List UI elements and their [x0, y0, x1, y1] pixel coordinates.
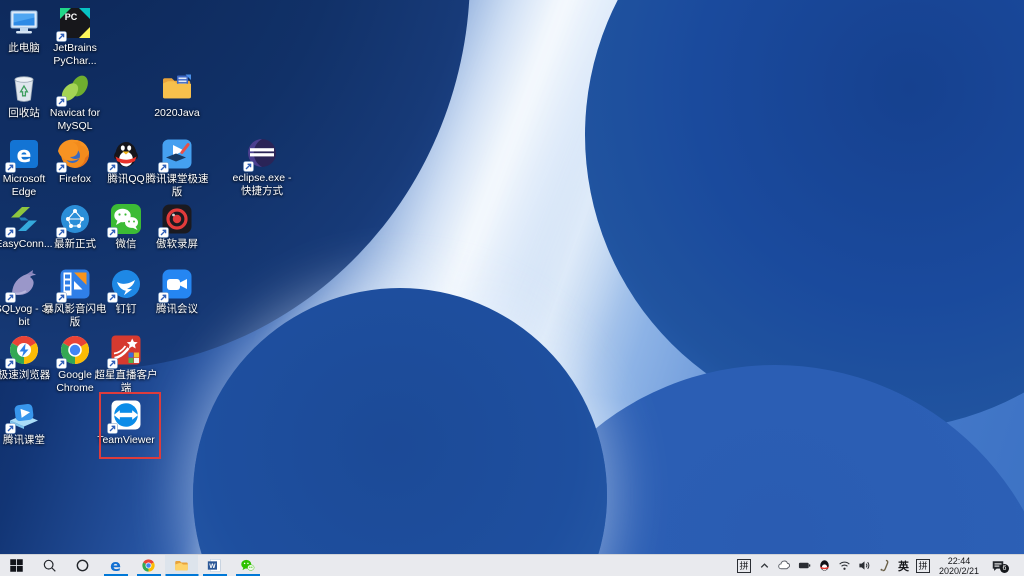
- desktop-icon-chaoxing-live-client[interactable]: 超星直播客户端: [94, 333, 158, 394]
- taskbar-clock[interactable]: 22:44 2020/2/21: [937, 556, 981, 576]
- desktop-icon-label: Navicat for MySQL: [43, 107, 107, 132]
- notification-count-badge: 6: [1000, 564, 1009, 573]
- shortcut-arrow-icon: [56, 162, 67, 173]
- desktop-icon-label: 傲软录屏: [145, 238, 209, 251]
- shortcut-arrow-icon: [5, 227, 16, 238]
- tray-ime-pinyin-left[interactable]: 拼: [737, 559, 751, 573]
- shortcut-arrow-icon: [5, 162, 16, 173]
- taskbar-app-word[interactable]: W: [198, 555, 231, 576]
- shortcut-arrow-icon: [5, 292, 16, 303]
- easyconnect-icon: [7, 202, 41, 236]
- latest-official-icon: [58, 202, 92, 236]
- teamviewer-highlight-box: [99, 392, 161, 459]
- tencent-qq-icon: [109, 137, 143, 171]
- desktop-icon-label: 腾讯会议: [145, 303, 209, 316]
- tray-input-tool[interactable]: [878, 559, 891, 572]
- desktop-icon-grid: 此电脑PCJetBrains PyChar...回收站Navicat for M…: [0, 0, 1024, 576]
- shortcut-arrow-icon: [56, 358, 67, 369]
- desktop-icon-apowerrec[interactable]: 傲软录屏: [145, 202, 209, 251]
- desktop-icon-tencent-classroom[interactable]: 腾讯课堂: [0, 398, 56, 447]
- shortcut-arrow-icon: [158, 162, 169, 173]
- shortcut-arrow-icon: [107, 162, 118, 173]
- taskbar-app-file-explorer[interactable]: [165, 555, 198, 576]
- tray-ime-pinyin-right[interactable]: 拼: [916, 559, 930, 573]
- shortcut-arrow-icon: [158, 227, 169, 238]
- tray-network[interactable]: [838, 559, 851, 572]
- tray-language-indicator[interactable]: 英: [898, 558, 909, 574]
- apowerrec-icon: [160, 202, 194, 236]
- this-pc-icon: [7, 6, 41, 40]
- action-center-button[interactable]: 6: [988, 559, 1008, 573]
- shortcut-arrow-icon: [243, 161, 254, 172]
- shortcut-arrow-icon: [5, 423, 16, 434]
- shortcut-arrow-icon: [56, 292, 67, 303]
- speed-browser-icon: [7, 333, 41, 367]
- shortcut-arrow-icon: [56, 96, 67, 107]
- shortcut-arrow-icon: [5, 358, 16, 369]
- eclipse-shortcut-icon: [245, 136, 279, 170]
- taskbar: eW 拼英拼 22:44 2020/2/21 6: [0, 554, 1024, 576]
- tray-volume[interactable]: [858, 559, 871, 572]
- desktop-icon-jetbrains-pycharm[interactable]: PC JetBrains PyChar...: [43, 6, 107, 67]
- tray-qq-tray[interactable]: [818, 559, 831, 572]
- shortcut-arrow-icon: [107, 292, 118, 303]
- desktop-icon-tencent-classroom-speed[interactable]: 腾讯课堂极速版: [145, 137, 209, 198]
- clock-time: 22:44: [939, 556, 979, 566]
- desktop-icon-label: eclipse.exe - 快捷方式: [230, 172, 294, 197]
- desktop-icon-2020java-folder[interactable]: 2020Java: [145, 71, 209, 120]
- shortcut-arrow-icon: [107, 358, 118, 369]
- system-tray: 拼英拼 22:44 2020/2/21 6: [733, 555, 1024, 576]
- windows-desktop: 此电脑PCJetBrains PyChar...回收站Navicat for M…: [0, 0, 1024, 576]
- start-button[interactable]: [0, 555, 33, 576]
- taskbar-app-chrome[interactable]: [132, 555, 165, 576]
- google-chrome-icon: [58, 333, 92, 367]
- wechat-icon: [109, 202, 143, 236]
- sqlyog-icon: [7, 267, 41, 301]
- search-button[interactable]: [33, 555, 66, 576]
- desktop-icon-label: 2020Java: [145, 107, 209, 120]
- desktop-icon-label: 腾讯课堂极速版: [145, 173, 209, 198]
- svg-text:e: e: [17, 143, 32, 168]
- tray-onedrive[interactable]: [778, 559, 791, 572]
- shortcut-arrow-icon: [56, 227, 67, 238]
- microsoft-edge-icon: e: [7, 137, 41, 171]
- dingtalk-icon: [109, 267, 143, 301]
- tencent-classroom-icon: [7, 398, 41, 432]
- clock-date: 2020/2/21: [939, 566, 979, 576]
- firefox-icon: [58, 137, 92, 171]
- shortcut-arrow-icon: [158, 292, 169, 303]
- recycle-bin-icon: [7, 71, 41, 105]
- navicat-for-mysql-icon: [58, 71, 92, 105]
- taskbar-app-wechat[interactable]: [231, 555, 264, 576]
- tencent-meeting-icon: [160, 267, 194, 301]
- taskbar-app-edge[interactable]: e: [99, 555, 132, 576]
- desktop-icon-tencent-meeting[interactable]: 腾讯会议: [145, 267, 209, 316]
- 2020java-folder-icon: [160, 71, 194, 105]
- baofeng-player-icon: [58, 267, 92, 301]
- tray-hidden-icons-chevron[interactable]: [758, 559, 771, 572]
- taskbar-empty-area: [264, 555, 733, 576]
- tray-battery[interactable]: [798, 559, 811, 572]
- desktop-icon-navicat-for-mysql[interactable]: Navicat for MySQL: [43, 71, 107, 132]
- shortcut-arrow-icon: [107, 227, 118, 238]
- desktop-icon-label: 腾讯课堂: [0, 434, 56, 447]
- desktop-icon-eclipse-shortcut[interactable]: eclipse.exe - 快捷方式: [230, 136, 294, 197]
- svg-text:W: W: [209, 563, 216, 570]
- shortcut-arrow-icon: [56, 31, 67, 42]
- tencent-classroom-speed-icon: [160, 137, 194, 171]
- desktop-icon-label: JetBrains PyChar...: [43, 42, 107, 67]
- svg-text:PC: PC: [65, 12, 78, 22]
- taskbar-left: eW: [0, 555, 264, 576]
- cortana-button[interactable]: [66, 555, 99, 576]
- chaoxing-live-client-icon: [109, 333, 143, 367]
- desktop-icon-label: 超星直播客户端: [94, 369, 158, 394]
- jetbrains-pycharm-icon: PC: [58, 6, 92, 40]
